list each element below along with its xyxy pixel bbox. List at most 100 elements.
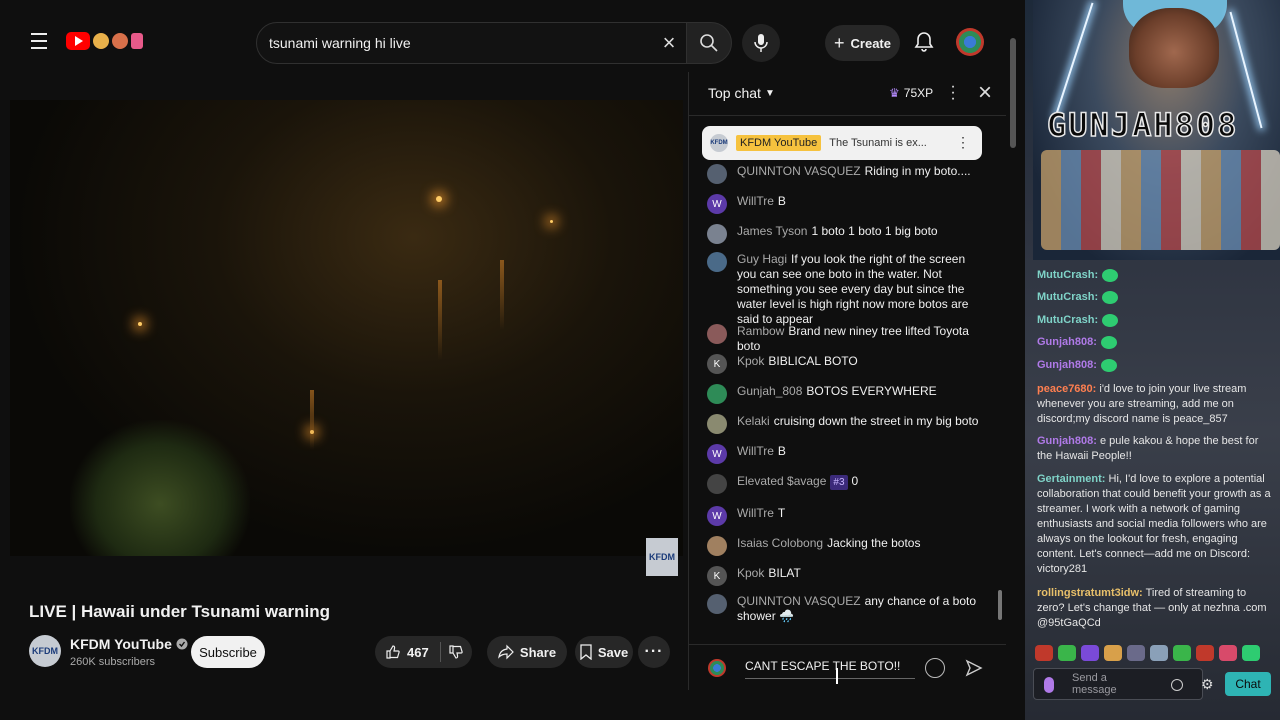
chat-message[interactable]: Isaias Colobong Jacking the botos — [707, 536, 979, 556]
account-avatar[interactable] — [956, 28, 984, 56]
chat-author-avatar[interactable]: W — [707, 506, 727, 526]
page-scrollbar[interactable] — [1007, 20, 1019, 690]
stream-chat-user[interactable]: Gertainment: — [1037, 473, 1105, 485]
stream-chat-user[interactable]: Gunjah808: — [1037, 359, 1097, 371]
chat-mode-dropdown[interactable]: Top chat ▼ — [708, 85, 775, 101]
chat-more-options[interactable]: · · · — [945, 79, 961, 107]
emote-icon[interactable] — [1104, 645, 1122, 661]
stream-chat-message[interactable]: MutuCrash: — [1037, 313, 1273, 328]
stream-chat-user[interactable]: peace7680: — [1037, 383, 1096, 395]
save-button[interactable]: Save — [575, 636, 633, 668]
channel-watermark[interactable]: KFDM — [646, 538, 678, 576]
xp-badge[interactable]: ♛ 75XP — [889, 86, 933, 100]
chat-author-name[interactable]: Kpok — [737, 354, 764, 368]
chat-author-name[interactable]: James Tyson — [737, 224, 807, 238]
chat-author-avatar[interactable] — [707, 384, 727, 404]
channel-name[interactable]: KFDM YouTube — [70, 636, 188, 652]
like-button[interactable]: 467 — [375, 636, 441, 668]
emote-icon[interactable] — [1219, 645, 1237, 661]
chat-message[interactable]: QUINNTON VASQUEZ Riding in my boto.... — [707, 164, 979, 184]
chat-author-avatar[interactable]: W — [707, 444, 727, 464]
notifications-bell-icon[interactable] — [912, 30, 936, 54]
chat-author-name[interactable]: WillTre — [737, 194, 774, 208]
chat-author-name[interactable]: Gunjah_808 — [737, 384, 802, 398]
chat-author-name[interactable]: Elevated $avage — [737, 474, 826, 488]
chat-author-avatar[interactable]: K — [707, 566, 727, 586]
chat-message[interactable]: K Kpok BILAT — [707, 566, 979, 586]
chat-author-name[interactable]: QUINNTON VASQUEZ — [737, 594, 861, 608]
emote-icon[interactable] — [1173, 645, 1191, 661]
chat-author-avatar[interactable]: W — [707, 194, 727, 214]
stream-chat-message[interactable]: Gunjah808: e pule kakou & hope the best … — [1037, 434, 1273, 464]
close-icon[interactable]: × — [659, 32, 679, 54]
chat-author-avatar[interactable] — [707, 414, 727, 434]
chat-message-list[interactable]: QUINNTON VASQUEZ Riding in my boto.... W Wi… — [689, 164, 999, 644]
stream-chat-message[interactable]: rollingstratumt3idw: Tired of streaming … — [1037, 586, 1273, 631]
emote-icon[interactable] — [1058, 645, 1076, 661]
chat-author-name[interactable]: QUINNTON VASQUEZ — [737, 164, 861, 178]
voice-search-button[interactable] — [742, 24, 780, 62]
subscribe-button[interactable]: Subscribe — [191, 636, 265, 668]
chat-author-name[interactable]: Kelaki — [737, 414, 770, 428]
chat-author-name[interactable]: Guy Hagi — [737, 252, 787, 266]
chat-message[interactable]: Kelaki cruising down the street in my big… — [707, 414, 979, 434]
more-actions-button[interactable]: ··· — [638, 636, 670, 668]
chat-author-avatar[interactable]: K — [707, 354, 727, 374]
chat-author-avatar[interactable] — [707, 224, 727, 244]
dislike-button[interactable] — [440, 636, 472, 668]
chat-message[interactable]: Rambow Brand new niney tree lifted Toyota… — [707, 324, 979, 354]
channel-avatar[interactable]: KFDM — [29, 635, 61, 667]
video-player[interactable] — [10, 100, 683, 556]
stream-chat-message[interactable]: Gertainment: Hi, I'd love to explore a p… — [1037, 472, 1273, 577]
share-button[interactable]: Share — [487, 636, 567, 668]
chat-message[interactable]: QUINNTON VASQUEZ any chance of a boto sho… — [707, 594, 979, 624]
emoji-icon[interactable] — [925, 658, 945, 678]
emote-icon[interactable] — [1127, 645, 1145, 661]
search-input[interactable] — [269, 35, 649, 51]
chat-message[interactable]: K Kpok BIBLICAL BOTO — [707, 354, 979, 374]
emote-icon[interactable] — [1150, 645, 1168, 661]
chat-message[interactable]: James Tyson 1 boto 1 boto 1 big boto — [707, 224, 979, 244]
chat-author-avatar[interactable] — [707, 594, 727, 614]
emote-icon[interactable] — [1196, 645, 1214, 661]
stream-chat-message[interactable]: Gunjah808: — [1037, 358, 1273, 373]
emoji-icon[interactable] — [1171, 679, 1183, 691]
stream-chat-message[interactable]: MutuCrash: — [1037, 290, 1273, 305]
stream-chat-button[interactable]: Chat — [1225, 672, 1271, 696]
stream-chat-user[interactable]: rollingstratumt3idw: — [1037, 587, 1143, 599]
chat-scrollbar[interactable] — [996, 120, 1002, 640]
youtube-logo[interactable] — [66, 32, 143, 50]
close-icon[interactable]: × — [973, 81, 997, 106]
search-button[interactable] — [686, 22, 732, 64]
stream-chat-user[interactable]: Gunjah808: — [1037, 435, 1097, 447]
chat-message[interactable]: W WillTre B — [707, 444, 979, 464]
chat-input[interactable]: CANT ESCAPE THE BOTO!! — [745, 659, 915, 679]
chat-message[interactable]: Gunjah_808 BOTOS EVERYWHERE — [707, 384, 979, 404]
emote-icon[interactable] — [1081, 645, 1099, 661]
chat-message[interactable]: W WillTre B — [707, 194, 979, 214]
chat-author-name[interactable]: Isaias Colobong — [737, 536, 823, 550]
chat-author-avatar[interactable] — [707, 164, 727, 184]
chat-message[interactable]: W WillTre T — [707, 506, 979, 526]
chat-author-avatar[interactable] — [707, 252, 727, 272]
emote-icon[interactable] — [1035, 645, 1053, 661]
stream-chat-user[interactable]: MutuCrash: — [1037, 314, 1098, 326]
create-button[interactable]: + Create — [825, 25, 900, 61]
stream-chat-message[interactable]: MutuCrash: — [1037, 268, 1273, 283]
emote-icon[interactable] — [1242, 645, 1260, 661]
stream-chat-user[interactable]: Gunjah808: — [1037, 336, 1097, 348]
chat-author-name[interactable]: WillTre — [737, 444, 774, 458]
chat-author-avatar[interactable] — [707, 474, 727, 494]
stream-chat-input[interactable]: Send a message — [1033, 668, 1203, 700]
chat-author-name[interactable]: Rambow — [737, 324, 784, 338]
gear-icon[interactable]: ⚙ — [1201, 676, 1217, 692]
chat-message[interactable]: Guy Hagi If you look the right of the scr… — [707, 252, 979, 327]
chat-author-avatar[interactable] — [707, 324, 727, 344]
chat-message[interactable]: Elevated $avage #3 0 — [707, 474, 979, 494]
page-scroll-thumb[interactable] — [1010, 38, 1016, 148]
pinned-message[interactable]: KFDM KFDM YouTube The Tsunami is ex... ⋮ — [702, 126, 982, 160]
send-icon[interactable] — [965, 659, 983, 677]
menu-button[interactable] — [24, 26, 54, 56]
stream-chat-user[interactable]: MutuCrash: — [1037, 269, 1098, 281]
chat-author-name[interactable]: WillTre — [737, 506, 774, 520]
